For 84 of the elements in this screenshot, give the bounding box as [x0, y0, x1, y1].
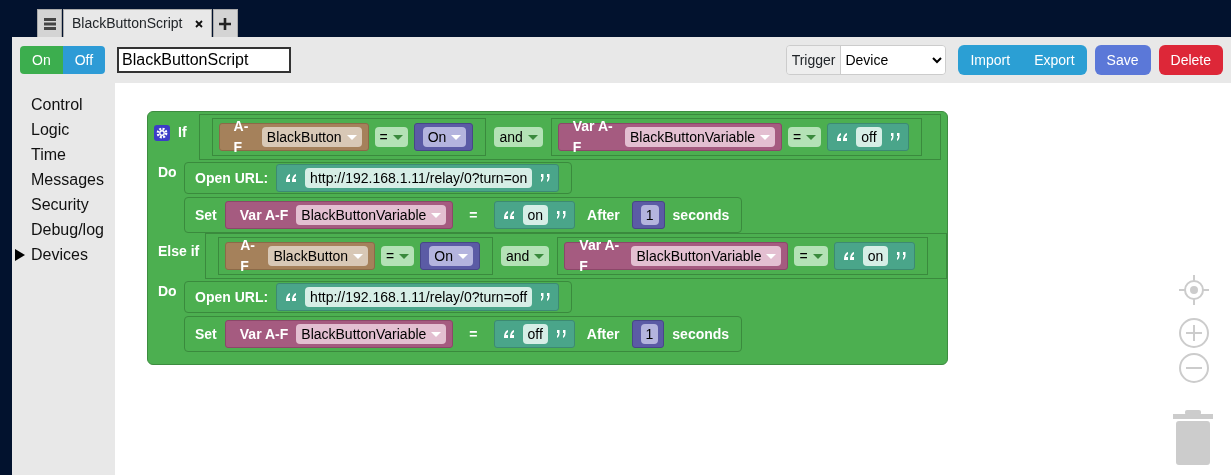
operator-dropdown[interactable]: = [374, 127, 408, 147]
caret-icon [534, 253, 545, 259]
sidebar-item[interactable]: Time [12, 142, 115, 167]
close-quote-icon [896, 251, 909, 261]
close-icon[interactable] [194, 19, 203, 28]
text-field[interactable]: on [522, 205, 549, 225]
sidebar-item[interactable]: Control [12, 92, 115, 117]
sidebar-item[interactable]: Security [12, 192, 115, 217]
caret-icon [458, 253, 468, 259]
delete-button[interactable]: Delete [1158, 45, 1223, 75]
plus-icon [219, 17, 231, 30]
variable-dropdown[interactable]: BlackButtonVariable [631, 246, 782, 266]
block-label: seconds [672, 324, 730, 344]
block-label: Var A-F [239, 324, 289, 344]
url-field[interactable]: http://192.168.1.11/relay/0?turn=on [305, 168, 533, 188]
caret-icon [431, 331, 442, 337]
block-label: A-F [233, 117, 250, 157]
caret-icon [766, 253, 777, 259]
close-quote-icon [540, 173, 553, 183]
block-keyword: Do [157, 163, 178, 182]
caret-icon [760, 134, 771, 140]
block-label: Set [195, 324, 217, 344]
close-quote-icon [555, 329, 568, 339]
tabs-menu-button[interactable] [37, 9, 62, 37]
script-name-field[interactable]: BlackButtonScript [117, 47, 292, 73]
caret-icon [451, 134, 462, 140]
number-field[interactable]: 1 [640, 324, 659, 344]
close-quote-icon [889, 132, 902, 142]
block-keyword: Do [157, 282, 178, 301]
open-quote-icon [836, 132, 849, 142]
open-quote-icon [285, 173, 298, 183]
logic-dropdown[interactable]: and [501, 246, 550, 266]
caret-icon [806, 134, 817, 140]
close-quote-icon [556, 210, 569, 220]
logic-dropdown[interactable]: and [494, 127, 543, 147]
close-quote-icon [540, 292, 553, 302]
variable-dropdown[interactable]: BlackButtonVariable [296, 324, 447, 344]
block-label: Open URL: [195, 287, 269, 307]
device-dropdown[interactable]: BlackButton [261, 127, 362, 147]
block-label: Set [195, 205, 217, 225]
text-field[interactable]: on [862, 246, 889, 266]
open-quote-icon [842, 251, 855, 261]
gear-icon[interactable] [154, 124, 170, 141]
variable-dropdown[interactable]: BlackButtonVariable [296, 205, 447, 225]
url-field[interactable]: http://192.168.1.11/relay/0?turn=off [305, 287, 533, 307]
block-label: Open URL: [195, 168, 269, 188]
block-keyword: Else if [158, 242, 200, 261]
menu-icon [43, 17, 56, 30]
operator-dropdown[interactable]: = [794, 246, 828, 266]
state-dropdown[interactable]: On [429, 246, 473, 266]
block-label: seconds [672, 205, 730, 225]
block-label: After [586, 324, 620, 344]
state-dropdown[interactable]: On [422, 127, 467, 147]
caret-icon [812, 253, 823, 259]
block-keyword: If [178, 123, 187, 142]
sidebar-item[interactable]: Messages [12, 167, 115, 192]
operator-dropdown[interactable]: = [788, 127, 822, 147]
open-quote-icon [502, 210, 515, 220]
caret-icon [346, 134, 357, 140]
sidebar-item[interactable]: Devices [12, 242, 115, 267]
number-field[interactable]: 1 [640, 205, 659, 225]
sidebar-item[interactable]: Debug/log [12, 217, 115, 242]
caret-icon [399, 253, 410, 259]
save-button[interactable]: Save [1094, 45, 1151, 75]
caret-icon [353, 253, 364, 259]
block-label: Var A-F [579, 236, 621, 276]
caret-icon [431, 212, 442, 218]
text-field[interactable]: off [522, 324, 548, 344]
open-quote-icon [502, 329, 515, 339]
block-label: After [587, 205, 620, 225]
caret-icon [392, 134, 403, 140]
block-label: A-F [240, 236, 257, 276]
device-dropdown[interactable]: BlackButton [268, 246, 369, 266]
caret-icon [527, 134, 538, 140]
block-label: = [469, 324, 478, 344]
block-label: = [469, 205, 478, 225]
operator-dropdown[interactable]: = [381, 246, 415, 266]
text-field[interactable]: off [856, 127, 882, 147]
variable-dropdown[interactable]: BlackButtonVariable [625, 127, 776, 147]
open-quote-icon [285, 292, 298, 302]
block-label: Var A-F [239, 205, 289, 225]
block-label: Var A-F [572, 117, 614, 157]
sidebar-item[interactable]: Logic [12, 117, 115, 142]
add-tab-button[interactable] [212, 9, 238, 37]
